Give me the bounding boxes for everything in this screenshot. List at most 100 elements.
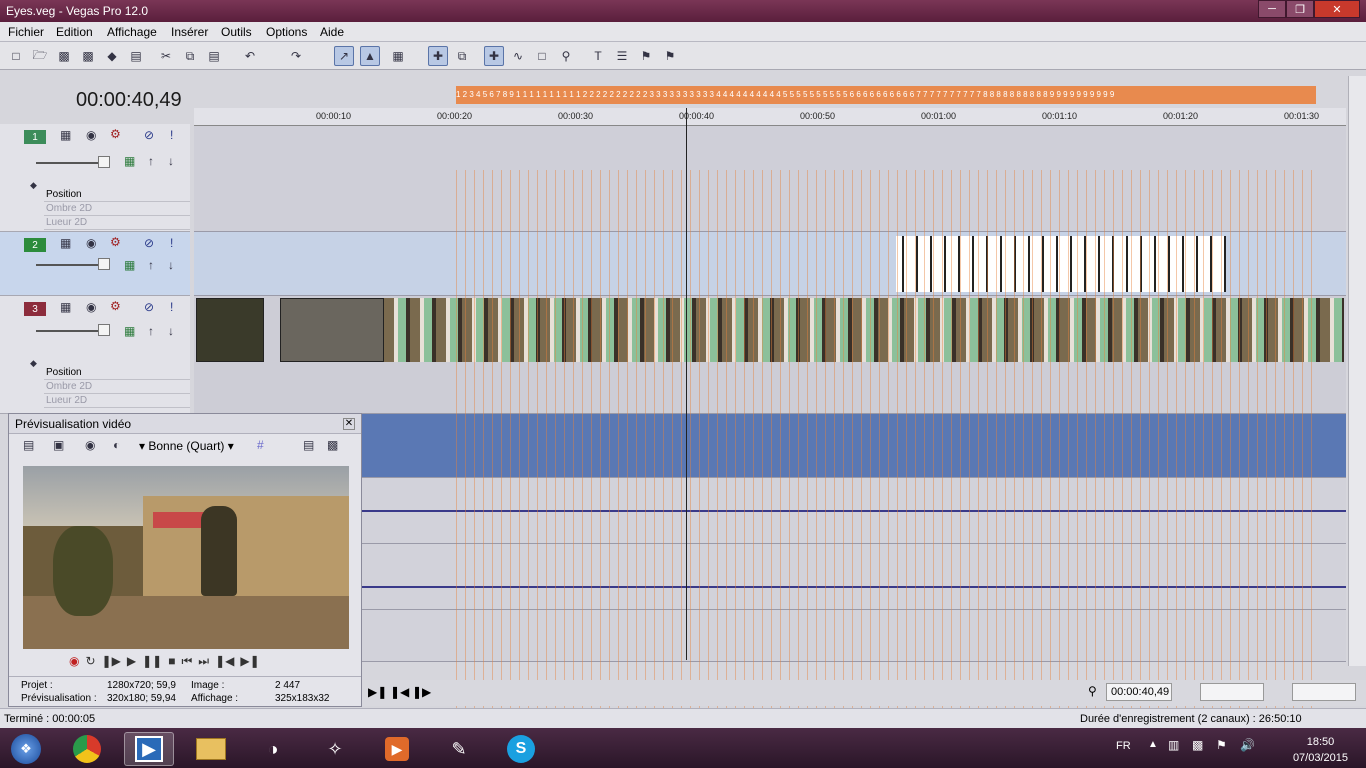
save-snapshot-icon[interactable]: ▩ xyxy=(327,438,338,452)
close-icon[interactable]: ✕ xyxy=(343,418,355,430)
auto-ripple-icon[interactable]: ↗ xyxy=(334,46,354,66)
menu-inserer[interactable]: Insérer xyxy=(171,25,208,39)
track-header-1[interactable]: 1 ▦ ◉ ⚙ ⊘ ! ▦ ↑ ↓ ◆ Position Ombre 2D Lu… xyxy=(0,124,190,232)
volume-icon[interactable]: 🔊 xyxy=(1240,738,1255,752)
clock[interactable]: 18:50 07/03/2015 xyxy=(1293,734,1348,766)
properties-icon[interactable]: ▤ xyxy=(126,46,146,66)
media-player-icon[interactable]: ◑ xyxy=(248,732,298,766)
composite-icon[interactable]: ▦ xyxy=(124,258,135,272)
quality-dropdown[interactable]: ▾ Bonne (Quart) ▾ xyxy=(139,439,234,453)
stop-icon[interactable]: ■ xyxy=(168,654,175,672)
selection-length-field[interactable] xyxy=(1292,683,1356,701)
time-ruler[interactable]: 00:00:10 00:00:20 00:00:30 00:00:40 00:0… xyxy=(194,108,1346,126)
opacity-knob[interactable] xyxy=(98,156,110,168)
envelope-ombre-2d[interactable]: Ombre 2D xyxy=(44,202,190,216)
parent-icon[interactable]: ↑ xyxy=(148,258,154,272)
selection-start-field[interactable] xyxy=(1200,683,1264,701)
cut-icon[interactable]: ✂ xyxy=(156,46,176,66)
fx-icon[interactable]: ⚙ xyxy=(110,235,121,249)
child-icon[interactable]: ↓ xyxy=(168,154,174,168)
paint-icon[interactable]: ✎ xyxy=(434,732,484,766)
pan-crop-icon[interactable]: ▦ xyxy=(60,236,71,250)
zoom-tool-icon[interactable]: ⚲ xyxy=(556,46,576,66)
fx-icon[interactable]: ⚙ xyxy=(110,127,121,141)
track-header-3[interactable]: 3 ▦ ◉ ⚙ ⊘ ! ▦ ↑ ↓ ◆ Position Ombre 2D Lu… xyxy=(0,296,190,414)
parent-icon[interactable]: ↑ xyxy=(148,154,154,168)
file-explorer-icon[interactable] xyxy=(186,732,236,766)
fx-preview-icon[interactable]: ◉ xyxy=(85,438,95,452)
envelope-ombre-2d[interactable]: Ombre 2D xyxy=(44,380,190,394)
next-frame-icon[interactable]: ▶❚ xyxy=(368,685,387,699)
network-icon[interactable]: ▥ xyxy=(1168,738,1179,752)
preview-properties-icon[interactable]: ▤ xyxy=(23,438,34,452)
new-file-icon[interactable]: □ xyxy=(6,46,26,66)
video-clip[interactable] xyxy=(280,298,384,362)
menu-fichier[interactable]: Fichier xyxy=(8,25,44,39)
action-center-icon[interactable]: ⚑ xyxy=(1216,738,1227,752)
devices-icon[interactable]: ▩ xyxy=(1192,738,1203,752)
text-icon[interactable]: T xyxy=(588,46,608,66)
menu-edition[interactable]: Edition xyxy=(56,25,93,39)
child-icon[interactable]: ↓ xyxy=(168,258,174,272)
playhead-cursor[interactable] xyxy=(686,108,687,660)
auto-crossfade-icon[interactable]: ✚ xyxy=(428,46,448,66)
external-monitor-icon[interactable]: ▣ xyxy=(53,438,64,452)
ignore-grouping-icon[interactable]: ▦ xyxy=(388,46,408,66)
open-folder-icon[interactable]: 🗁 xyxy=(30,46,50,66)
composite-icon[interactable]: ▦ xyxy=(124,154,135,168)
render-icon[interactable]: ◆ xyxy=(102,46,122,66)
menu-options[interactable]: Options xyxy=(266,25,307,39)
video-clip[interactable] xyxy=(196,298,264,362)
start-button[interactable]: ❖ xyxy=(2,732,50,766)
menu-outils[interactable]: Outils xyxy=(221,25,252,39)
motion-icon[interactable]: ◉ xyxy=(86,128,96,142)
next-frame-icon[interactable]: ▶❚ xyxy=(240,654,259,672)
vegas-pro-icon[interactable]: ▶ xyxy=(124,732,174,766)
copy-icon[interactable]: ⧉ xyxy=(180,46,200,66)
pan-crop-icon[interactable]: ▦ xyxy=(60,128,71,142)
envelope-position[interactable]: Position xyxy=(44,366,190,380)
grid-icon[interactable]: # xyxy=(257,438,264,452)
mute-icon[interactable]: ⊘ xyxy=(144,128,154,142)
chrome-icon[interactable] xyxy=(62,732,112,766)
envelope-tool-icon[interactable]: ∿ xyxy=(508,46,528,66)
track-header-2[interactable]: 2 ▦ ◉ ⚙ ⊘ ! ▦ ↑ ↓ xyxy=(0,232,190,296)
play-icon[interactable]: ▶ xyxy=(127,654,136,672)
prev-frame-icon[interactable]: ❚◀ xyxy=(390,685,409,699)
lock-envelopes-icon[interactable]: ▲ xyxy=(360,46,380,66)
envelope-lueur-2d[interactable]: Lueur 2D xyxy=(44,216,190,230)
go-to-end-icon[interactable]: ⏭ xyxy=(198,654,209,672)
marker-bar[interactable]: 1 2 3 4 5 6 7 8 9 1 1 1 1 1 1 1 1 1 1 2 … xyxy=(456,86,1316,104)
envelope-position[interactable]: Position xyxy=(44,188,190,202)
solo-icon[interactable]: ! xyxy=(170,300,173,314)
language-indicator[interactable]: FR xyxy=(1116,740,1131,752)
minimize-button[interactable]: ─ xyxy=(1258,0,1286,18)
motion-icon[interactable]: ◉ xyxy=(86,236,96,250)
opacity-knob[interactable] xyxy=(98,324,110,336)
cd-marker-icon[interactable]: ⚑ xyxy=(660,46,680,66)
prev-frame-icon[interactable]: ❚◀ xyxy=(215,654,234,672)
vertical-scrollbar[interactable] xyxy=(1348,76,1366,666)
selection-tool-icon[interactable]: □ xyxy=(532,46,552,66)
opacity-knob[interactable] xyxy=(98,258,110,270)
child-icon[interactable]: ↓ xyxy=(168,324,174,338)
mute-icon[interactable]: ⊘ xyxy=(144,300,154,314)
menu-aide[interactable]: Aide xyxy=(320,25,344,39)
video-editor-icon[interactable]: ▶ xyxy=(372,732,422,766)
video-preview-window[interactable]: Prévisualisation vidéo ✕ ▤ ▣ ◉ ◐ ▾ Bonne… xyxy=(8,413,362,707)
pause-icon[interactable]: ❚❚ xyxy=(142,654,162,672)
game-icon[interactable]: ✧ xyxy=(310,732,360,766)
record-icon[interactable]: ◉ xyxy=(69,654,79,672)
maximize-button[interactable]: ❐ xyxy=(1286,0,1314,18)
motion-icon[interactable]: ◉ xyxy=(86,300,96,314)
mute-icon[interactable]: ⊘ xyxy=(144,236,154,250)
composite-icon[interactable]: ▦ xyxy=(124,324,135,338)
loop-icon[interactable]: ↻ xyxy=(85,654,95,672)
next-frame-2-icon[interactable]: ❚▶ xyxy=(412,685,431,699)
play-from-start-icon[interactable]: ❚▶ xyxy=(102,654,121,672)
snapping-icon[interactable]: ⧉ xyxy=(452,46,472,66)
redo-icon[interactable]: ↷ xyxy=(286,46,306,66)
save-as-icon[interactable]: ▩ xyxy=(78,46,98,66)
parent-icon[interactable]: ↑ xyxy=(148,324,154,338)
marker-icon[interactable]: ⚑ xyxy=(636,46,656,66)
